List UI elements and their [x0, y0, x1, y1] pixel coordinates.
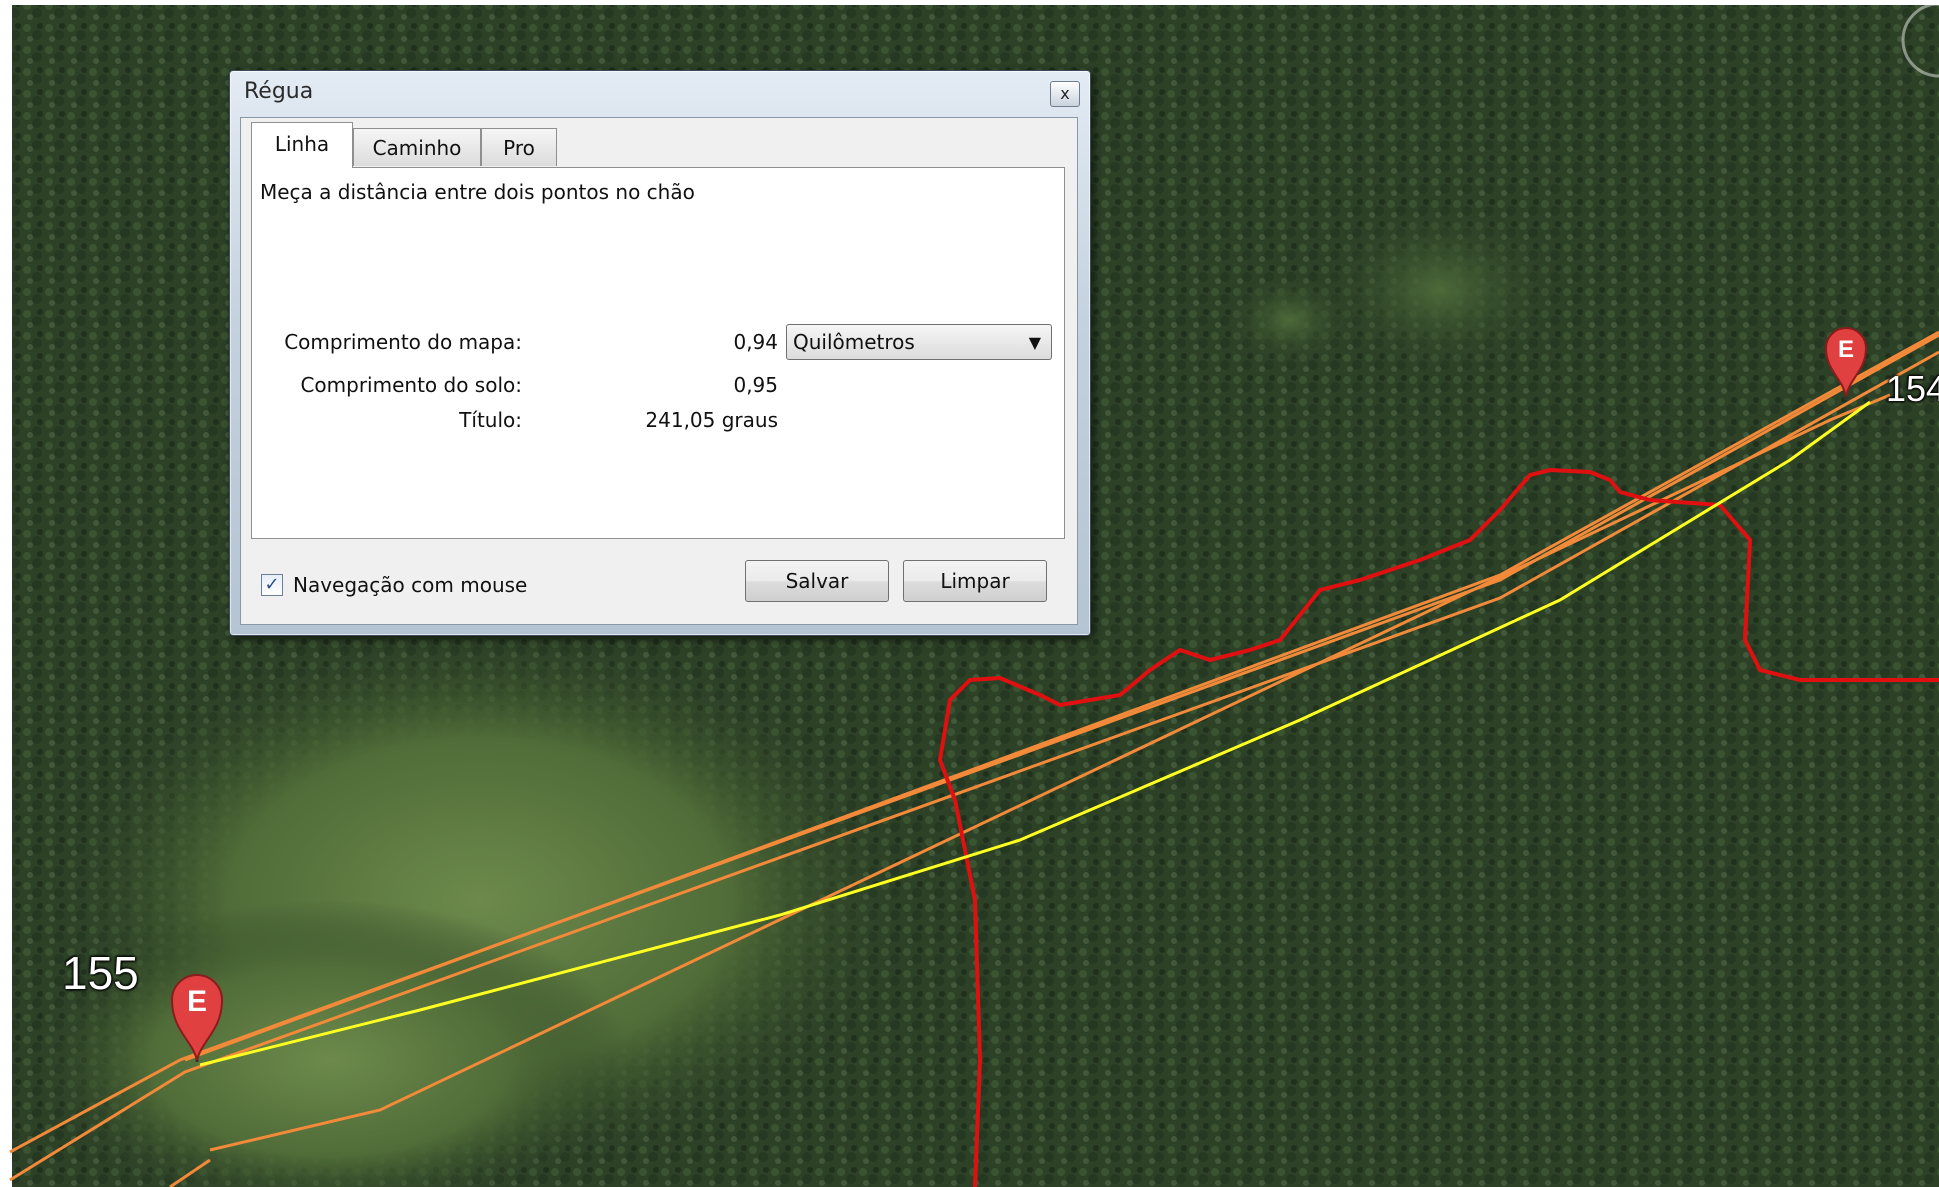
tab-caminho[interactable]: Caminho [353, 128, 481, 166]
ground-length-value: 0,95 [733, 373, 778, 397]
instructions-text: Meça a distância entre dois pontos no ch… [260, 180, 695, 204]
mouse-navigation-label: Navegação com mouse [293, 573, 528, 597]
save-button[interactable]: Salvar [745, 560, 889, 602]
ruler-dialog: Régua x Linha Caminho Pro Meça a distânc… [229, 70, 1091, 636]
tab-panel-linha: Meça a distância entre dois pontos no ch… [251, 167, 1065, 539]
heading-value: 241,05 graus [645, 408, 778, 432]
map-edge [0, 0, 1939, 5]
satellite-map-view[interactable]: E E 155 154 Régua x Linha Caminho Pro Me… [0, 0, 1939, 1187]
tab-pro[interactable]: Pro [481, 128, 557, 166]
chevron-down-icon: ▼ [1028, 333, 1041, 352]
dialog-title: Régua [244, 79, 314, 104]
placemark-label: 155 [62, 947, 139, 999]
close-button[interactable]: x [1050, 81, 1080, 107]
map-length-label: Comprimento do mapa: [284, 330, 522, 354]
clear-button[interactable]: Limpar [903, 560, 1047, 602]
placemark-letter: E [1838, 336, 1854, 363]
unit-select[interactable]: Quilômetros ▼ [786, 324, 1052, 360]
placemark-label: 154 [1886, 368, 1939, 409]
ground-length-label: Comprimento do solo: [300, 373, 522, 397]
forest-clearing [1310, 200, 1570, 380]
forest-clearing [1220, 270, 1360, 370]
tab-linha[interactable]: Linha [251, 122, 353, 168]
mouse-navigation-checkbox[interactable]: ✓ [261, 574, 283, 596]
heading-label: Título: [459, 408, 522, 432]
map-edge [0, 0, 12, 1187]
dialog-body: Linha Caminho Pro Meça a distância entre… [240, 117, 1078, 625]
placemark-letter: E [187, 985, 207, 1018]
unit-select-value: Quilômetros [793, 330, 915, 354]
map-length-value: 0,94 [733, 330, 778, 354]
